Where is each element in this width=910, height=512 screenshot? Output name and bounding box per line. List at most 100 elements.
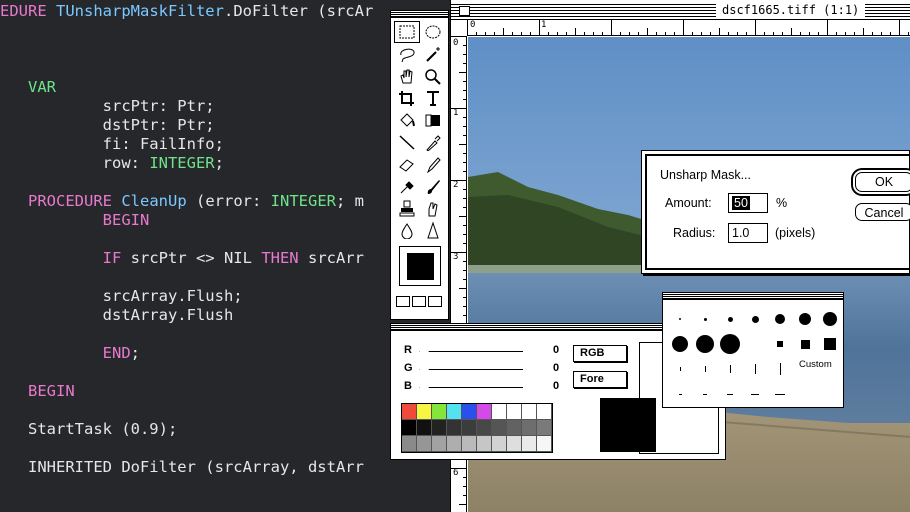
paintbrush-tool-icon[interactable]: [421, 176, 445, 196]
screen-mode-full-icon[interactable]: [412, 296, 426, 307]
color-swatch[interactable]: [507, 436, 522, 452]
palette-drag-bar[interactable]: [663, 293, 843, 300]
color-swatch[interactable]: [432, 436, 447, 452]
color-swatch[interactable]: [477, 420, 492, 436]
smudge-tool-icon[interactable]: [421, 198, 445, 218]
pencil-tool-icon[interactable]: [421, 154, 445, 174]
color-swatch[interactable]: [402, 404, 417, 420]
foreground-background-swatch[interactable]: [399, 246, 441, 286]
crop-tool-icon[interactable]: [395, 88, 419, 108]
code-token-keyword: VAR: [28, 78, 56, 96]
color-swatch[interactable]: [507, 404, 522, 420]
color-swatch[interactable]: [462, 420, 477, 436]
code-token: dstPtr: Ptr;: [0, 116, 215, 134]
brush-round-large[interactable]: [696, 335, 714, 353]
brush-round[interactable]: [775, 314, 785, 324]
color-swatch[interactable]: [462, 436, 477, 452]
brush-round-large[interactable]: [672, 336, 688, 352]
document-title-bar[interactable]: dscf1665.tiff (1:1): [451, 2, 910, 20]
color-swatch[interactable]: [522, 420, 537, 436]
blue-slider-thumb-icon[interactable]: [417, 381, 431, 390]
lasso-tool-icon[interactable]: [395, 44, 419, 64]
airbrush-tool-icon[interactable]: [395, 176, 419, 196]
radius-field[interactable]: 1.0: [728, 223, 768, 243]
brush-square[interactable]: [824, 338, 836, 350]
color-swatch[interactable]: [462, 404, 477, 420]
color-swatch[interactable]: [537, 404, 552, 420]
color-swatch[interactable]: [417, 420, 432, 436]
blue-slider-track[interactable]: [419, 387, 523, 388]
brush-round-large[interactable]: [720, 334, 740, 354]
color-swatch[interactable]: [402, 420, 417, 436]
color-swatch[interactable]: [447, 436, 462, 452]
brush-round[interactable]: [799, 313, 811, 325]
type-tool-icon[interactable]: [421, 88, 445, 108]
foreground-color-swatch[interactable]: [600, 398, 656, 452]
brush-vertical-line[interactable]: [679, 367, 681, 371]
red-slider-track[interactable]: [419, 351, 523, 352]
red-slider-thumb-icon[interactable]: [417, 345, 431, 354]
amount-field[interactable]: 50: [728, 193, 768, 213]
brush-vertical-line[interactable]: [754, 364, 756, 374]
paint-bucket-icon[interactable]: [395, 110, 419, 130]
color-swatch[interactable]: [417, 404, 432, 420]
color-swatch[interactable]: [522, 436, 537, 452]
eyedropper-icon[interactable]: [421, 132, 445, 152]
brush-round[interactable]: [679, 318, 681, 320]
gradient-tool-icon[interactable]: [421, 110, 445, 130]
marquee-tool-icon[interactable]: [394, 21, 420, 43]
hand-tool-icon[interactable]: [395, 66, 419, 86]
magic-wand-icon[interactable]: [421, 44, 445, 64]
sharpen-tool-icon[interactable]: [421, 220, 445, 240]
color-swatch[interactable]: [492, 420, 507, 436]
eraser-tool-icon[interactable]: [395, 154, 419, 174]
brush-vertical-line[interactable]: [779, 363, 781, 375]
color-swatch[interactable]: [492, 404, 507, 420]
screen-mode-standard-icon[interactable]: [396, 296, 410, 307]
green-slider-track[interactable]: [419, 369, 523, 370]
foreground-color[interactable]: [407, 253, 434, 280]
brush-round[interactable]: [751, 315, 759, 323]
brush-horizontal-line[interactable]: [727, 393, 733, 395]
color-swatch[interactable]: [417, 436, 432, 452]
color-swatch[interactable]: [447, 420, 462, 436]
color-swatch[interactable]: [477, 404, 492, 420]
brush-vertical-line[interactable]: [729, 365, 731, 373]
brush-square[interactable]: [777, 341, 783, 347]
color-mode-button[interactable]: RGB: [573, 345, 627, 362]
brush-round[interactable]: [823, 312, 837, 326]
cancel-button[interactable]: Cancel: [855, 203, 910, 221]
close-box-icon[interactable]: [459, 6, 470, 16]
code-line: fi: FailInfo;: [0, 135, 224, 154]
ellipse-marquee-icon[interactable]: [421, 22, 445, 42]
color-swatch[interactable]: [507, 420, 522, 436]
brush-horizontal-line[interactable]: [751, 393, 759, 395]
color-swatch[interactable]: [522, 404, 537, 420]
palette-drag-bar[interactable]: [391, 11, 448, 18]
color-swatch[interactable]: [402, 436, 417, 452]
color-swatch[interactable]: [447, 404, 462, 420]
brush-horizontal-line[interactable]: [703, 393, 707, 395]
color-swatch[interactable]: [477, 436, 492, 452]
color-swatch[interactable]: [492, 436, 507, 452]
brush-horizontal-line[interactable]: [775, 393, 785, 395]
brush-round[interactable]: [703, 317, 707, 321]
radius-unit: (pixels): [775, 226, 816, 240]
brush-square[interactable]: [800, 339, 810, 349]
brush-vertical-line[interactable]: [704, 366, 706, 372]
brush-round[interactable]: [727, 316, 733, 322]
color-swatch[interactable]: [537, 420, 552, 436]
zoom-tool-icon[interactable]: [421, 66, 445, 86]
fore-back-button[interactable]: Fore: [573, 371, 627, 388]
line-tool-icon[interactable]: [395, 132, 419, 152]
blur-tool-icon[interactable]: [395, 220, 419, 240]
color-swatch[interactable]: [432, 404, 447, 420]
color-swatch[interactable]: [432, 420, 447, 436]
brush-horizontal-line[interactable]: [678, 393, 682, 395]
ok-button[interactable]: OK: [855, 172, 910, 192]
screen-mode-full-nomenu-icon[interactable]: [428, 296, 442, 307]
green-slider-thumb-icon[interactable]: [417, 363, 431, 372]
rubber-stamp-icon[interactable]: [395, 198, 419, 218]
color-swatch[interactable]: [537, 436, 552, 452]
code-token: ;: [130, 344, 140, 362]
